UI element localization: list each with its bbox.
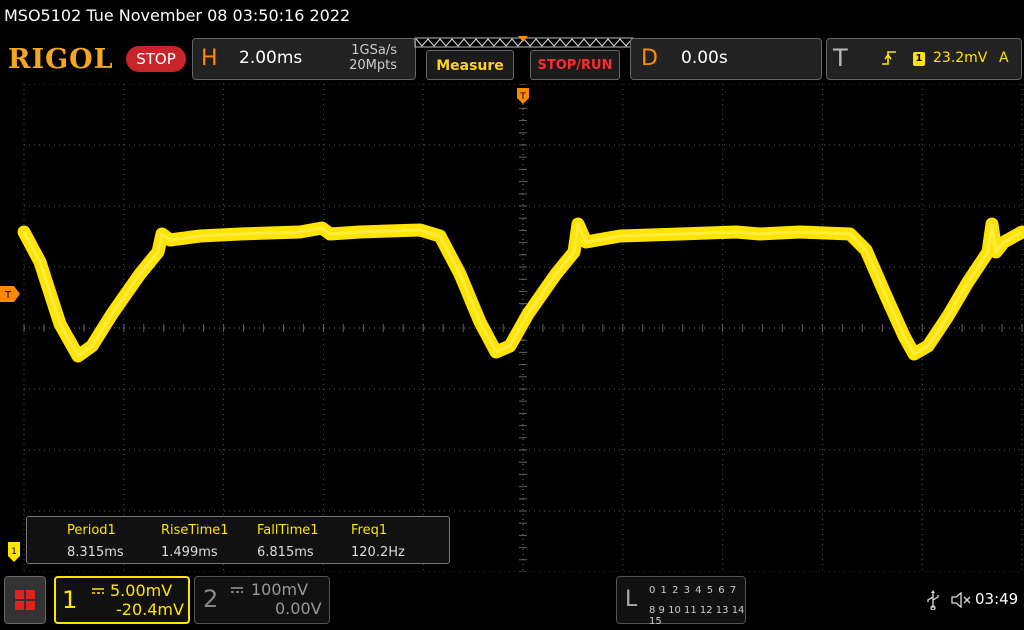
measure-button[interactable]: Measure — [426, 50, 514, 80]
dc-coupling-icon — [92, 588, 104, 594]
usb-icon — [927, 590, 939, 610]
trigger-panel[interactable]: T 1 23.2mV A — [826, 38, 1022, 80]
mute-icon[interactable] — [950, 590, 972, 610]
channel1-trace — [17, 217, 1024, 363]
bottom-bar: 1 5.00mV -20.4mV 2 100mV 0.00V L 0 1 2 3… — [0, 572, 1024, 630]
measure-name-risetime: RiseTime1 — [161, 523, 229, 538]
measure-name-falltime: FallTime1 — [257, 523, 319, 538]
measure-value-falltime: 6.815ms — [257, 545, 314, 560]
clock: 03:49 — [975, 590, 1019, 608]
trigger-level: 23.2mV — [933, 50, 988, 66]
trigger-position-marker[interactable]: T — [517, 88, 529, 104]
channel1-panel[interactable]: 1 5.00mV -20.4mV — [54, 576, 190, 624]
main-menu-button[interactable] — [4, 576, 46, 624]
channel2-scale: 100mV — [251, 580, 309, 599]
channel1-marker-label: 1 — [11, 547, 17, 557]
horizontal-key: H — [201, 46, 218, 71]
logic-key: L — [625, 587, 638, 612]
trigger-level-marker[interactable]: T — [0, 286, 20, 302]
memory-position-strip — [414, 36, 634, 48]
logic-channels-low: 0 1 2 3 4 5 6 7 — [649, 585, 738, 596]
channel1-number: 1 — [62, 586, 78, 614]
channel2-number: 2 — [203, 585, 219, 613]
horizontal-panel[interactable]: H 2.00ms 1GSa/s 20Mpts — [192, 38, 416, 80]
delay-panel[interactable]: D 0.00s — [630, 38, 822, 80]
measure-value-risetime: 1.499ms — [161, 545, 218, 560]
memory-depth: 20Mpts — [349, 58, 397, 73]
channel1-scale: 5.00mV — [110, 581, 173, 600]
run-status-badge: STOP — [126, 46, 186, 72]
sample-rate: 1GSa/s — [351, 43, 397, 58]
waveform-display[interactable]: T T 1 — [0, 84, 1024, 572]
delay-value: 0.00s — [681, 48, 728, 68]
trigger-marker-label: T — [519, 92, 526, 102]
channel2-panel[interactable]: 2 100mV 0.00V — [194, 576, 330, 624]
dc-coupling-icon — [231, 587, 243, 593]
rigol-logo: RIGOL — [8, 44, 114, 75]
logic-analyzer-panel[interactable]: L 0 1 2 3 4 5 6 7 8 9 10 11 12 13 14 15 — [616, 576, 746, 627]
trigger-source-badge: 1 — [913, 52, 925, 66]
measurement-panel[interactable]: Period1 8.315ms RiseTime1 1.499ms FallTi… — [26, 516, 450, 564]
measure-name-period: Period1 — [67, 523, 116, 538]
trigger-key: T — [833, 44, 848, 72]
timebase-value: 2.00ms — [239, 48, 303, 68]
rising-edge-icon — [882, 51, 896, 65]
title-bar: MSO5102 Tue November 08 03:50:16 2022 — [0, 0, 1024, 34]
trigger-mode: A — [999, 50, 1009, 66]
measure-value-period: 8.315ms — [67, 545, 124, 560]
device-title: MSO5102 Tue November 08 03:50:16 2022 — [4, 6, 351, 25]
channel2-offset: 0.00V — [275, 599, 322, 618]
measure-value-freq: 120.2Hz — [351, 545, 405, 560]
menu-grid-icon — [15, 590, 35, 610]
measure-name-freq: Freq1 — [351, 523, 388, 538]
trigger-level-marker-label: T — [4, 290, 12, 301]
logic-channels-high: 8 9 10 11 12 13 14 15 — [649, 605, 745, 627]
stop-run-button[interactable]: STOP/RUN — [530, 50, 620, 80]
toolbar: RIGOL STOP H 2.00ms 1GSa/s 20Mpts Measur… — [0, 34, 1024, 84]
delay-key: D — [641, 46, 658, 71]
channel1-ground-marker[interactable]: 1 — [8, 542, 20, 562]
channel1-offset: -20.4mV — [116, 600, 184, 619]
